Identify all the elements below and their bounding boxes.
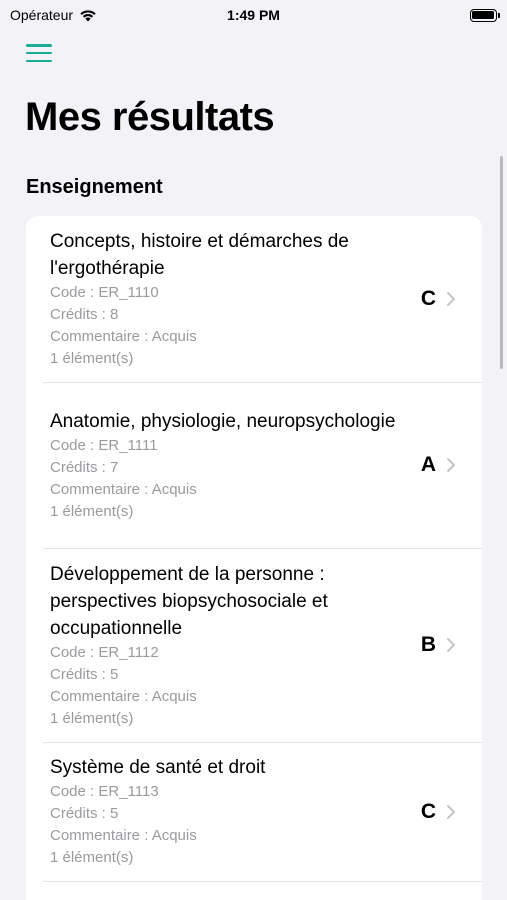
course-row[interactable]: Anatomie, physiologie, neuropsychologie …: [26, 382, 482, 548]
course-title: Développement de la personne : perspecti…: [50, 563, 328, 639]
course-credits: Crédits : 7: [50, 458, 119, 476]
course-elements: 1 élément(s): [50, 350, 134, 367]
course-row[interactable]: Système de santé et droit Code : ER_1113…: [26, 742, 482, 881]
course-comment: Commentaire : Acquis: [50, 687, 197, 705]
scroll-indicator[interactable]: [500, 156, 503, 369]
course-row[interactable]: Développement de la personne : perspecti…: [26, 548, 482, 742]
course-title: Système de santé et droit: [50, 757, 266, 778]
battery-fill: [472, 11, 495, 19]
hamburger-icon-line: [26, 59, 52, 62]
course-code: Code : ER_1111: [50, 436, 158, 454]
course-comment: Commentaire : Acquis: [50, 827, 197, 844]
course-elements: 1 élément(s): [50, 502, 134, 520]
page-title: Mes résultats: [25, 95, 275, 139]
course-comment: Commentaire : Acquis: [50, 480, 197, 498]
wifi-icon: [80, 9, 96, 21]
status-time: 1:49 PM: [227, 7, 280, 23]
course-title: Concepts, histoire et démarches de l'erg…: [50, 231, 349, 279]
course-credits: Crédits : 8: [50, 306, 119, 323]
course-grade: B: [420, 633, 436, 656]
hamburger-icon-line: [26, 51, 52, 55]
course-grade: C: [420, 799, 436, 823]
course-credits: Crédits : 5: [50, 665, 119, 683]
section-title: Enseignement: [26, 176, 163, 198]
chevron-right-icon: [447, 804, 455, 819]
course-comment: Commentaire : Acquis: [50, 328, 197, 345]
course-row[interactable]: Concepts, histoire et démarches de l'erg…: [26, 216, 482, 382]
course-credits: Crédits : 5: [50, 805, 119, 822]
battery-icon: [469, 8, 500, 22]
course-grade: C: [420, 287, 436, 310]
hamburger-icon-line: [26, 44, 52, 47]
course-code: Code : ER_1112: [50, 643, 159, 661]
course-title: Anatomie, physiologie, neuropsychologie: [50, 410, 396, 432]
status-right: [337, 8, 500, 22]
chevron-right-icon: [447, 638, 455, 652]
menu-button[interactable]: [26, 44, 52, 62]
chevron-right-icon: [447, 458, 455, 472]
carrier-label: Opérateur: [10, 7, 74, 23]
status-bar: Opérateur 1:49 PM: [0, 0, 507, 30]
course-grade: A: [420, 453, 436, 476]
course-row-partial[interactable]: [26, 881, 482, 900]
course-list: Concepts, histoire et démarches de l'erg…: [26, 216, 482, 900]
course-elements: 1 élément(s): [50, 709, 134, 727]
course-code: Code : ER_1110: [50, 284, 159, 301]
status-left: Opérateur: [10, 7, 170, 23]
chevron-right-icon: [447, 292, 455, 306]
course-code: Code : ER_1113: [50, 783, 159, 800]
course-elements: 1 élément(s): [50, 849, 134, 866]
